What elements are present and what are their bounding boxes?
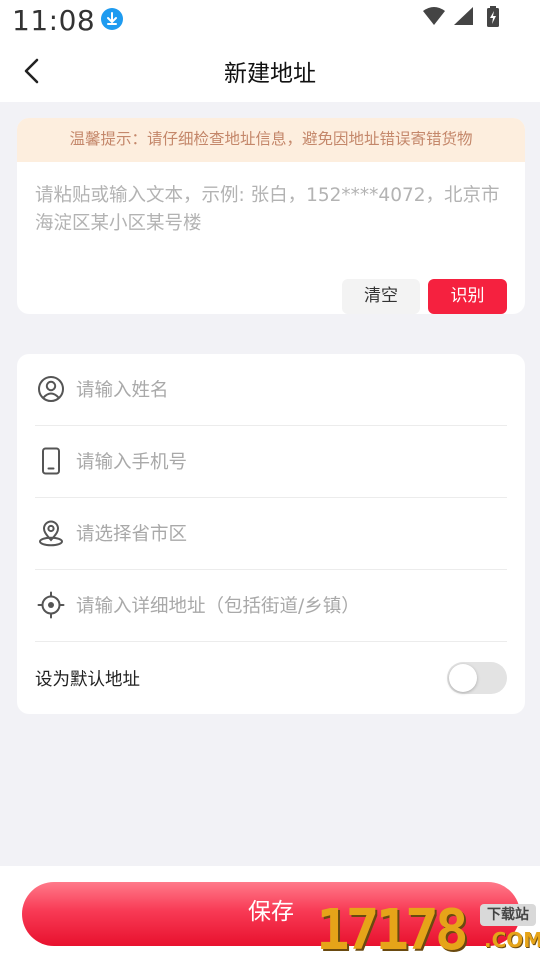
watermark-site-label: 下载站 <box>480 904 536 926</box>
recognize-button[interactable]: 识别 <box>428 279 507 314</box>
default-address-label: 设为默认地址 <box>35 670 140 690</box>
signal-icon <box>454 7 473 25</box>
phone-icon <box>42 447 60 475</box>
name-placeholder: 请输入姓名 <box>76 380 169 401</box>
battery-icon <box>487 6 499 27</box>
region-placeholder: 请选择省市区 <box>76 524 188 545</box>
region-field[interactable]: 请选择省市区 <box>35 498 507 570</box>
tip-banner: 温馨提示：请仔细检查地址信息，避免因地址错误寄错货物 <box>17 118 525 162</box>
watermark-digits: 17178 <box>316 898 469 960</box>
target-icon <box>37 591 65 619</box>
detail-address-placeholder: 请输入详细地址（包括街道/乡镇） <box>76 596 360 617</box>
watermark-logo: 17178 下载站 .COM <box>316 896 540 960</box>
nav-bar: 新建地址 <box>0 44 540 102</box>
page-title: 新建地址 <box>224 61 316 87</box>
status-time: 11:08 <box>12 4 96 37</box>
address-form: 请输入姓名 请输入手机号 请选择省市区 请输入详细地址（包括街道/乡镇） 设为默… <box>17 354 525 714</box>
phone-field[interactable]: 请输入手机号 <box>35 426 507 498</box>
clear-button[interactable]: 清空 <box>342 279 420 314</box>
paste-card: 温馨提示：请仔细检查地址信息，避免因地址错误寄错货物 请粘贴或输入文本，示例: … <box>17 118 525 314</box>
location-pin-icon <box>39 520 63 547</box>
detail-address-field[interactable]: 请输入详细地址（包括街道/乡镇） <box>35 570 507 642</box>
name-field[interactable]: 请输入姓名 <box>35 354 507 426</box>
status-bar: 11:08 <box>0 0 540 44</box>
user-icon <box>38 376 64 402</box>
watermark-suffix: .COM <box>484 928 540 952</box>
toggle-knob <box>449 664 477 692</box>
wifi-icon <box>423 7 445 25</box>
default-address-row: 设为默认地址 <box>35 642 507 714</box>
default-address-toggle[interactable] <box>447 662 507 694</box>
phone-placeholder: 请输入手机号 <box>76 452 188 473</box>
paste-textarea[interactable]: 请粘贴或输入文本，示例: 张白，152****4072，北京市海淀区某小区某号楼 <box>35 182 510 238</box>
download-icon <box>101 8 123 30</box>
